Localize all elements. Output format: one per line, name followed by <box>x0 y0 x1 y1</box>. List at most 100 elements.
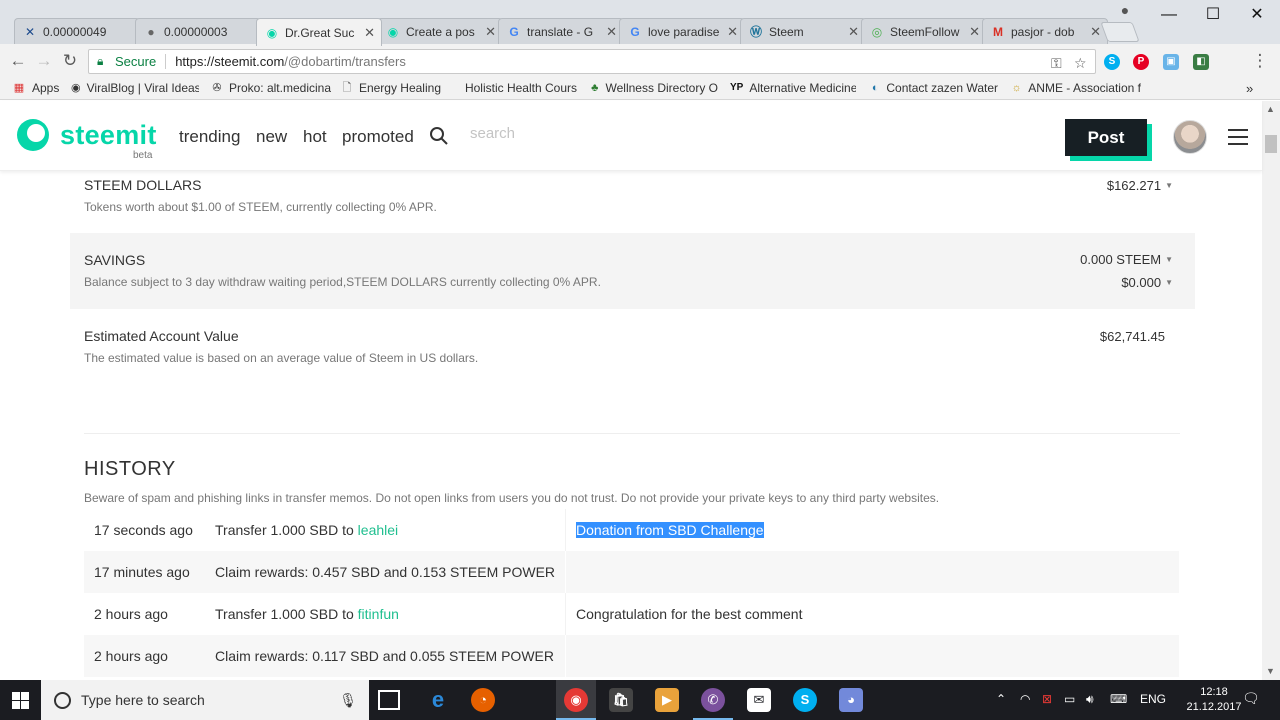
scroll-up-icon[interactable]: ▲ <box>1266 104 1275 114</box>
nav-new[interactable]: new <box>256 127 287 147</box>
close-icon[interactable]: ✕ <box>848 24 859 40</box>
menu-dots-icon[interactable]: ⋮ <box>1250 51 1270 71</box>
search-input[interactable] <box>470 125 670 142</box>
browser-tab[interactable]: ✕ 0.00000049 <box>14 18 140 45</box>
bookmark-proko[interactable]: ✇ Proko: alt.medicina <box>211 81 331 95</box>
memo-selected-text[interactable]: Donation from SBD Challenge <box>576 522 764 538</box>
bookmark-star-icon[interactable]: ☆ <box>1074 55 1087 72</box>
new-tab-button[interactable] <box>1100 22 1140 42</box>
secure-label: Secure <box>115 54 157 69</box>
nav-trending[interactable]: trending <box>179 127 240 147</box>
steemit-logo-icon[interactable] <box>15 117 51 153</box>
url-host: https://steemit.com <box>175 54 285 69</box>
close-window-icon[interactable]: ✕ <box>1242 4 1272 26</box>
close-icon[interactable]: ✕ <box>1090 24 1101 40</box>
savings-steem-value[interactable]: 0.000 STEEM ▼ <box>1080 252 1173 267</box>
browser-tab[interactable]: Ⓦ Steem ✕ <box>740 18 866 45</box>
screenshot-extension-icon[interactable]: ▣ <box>1163 54 1179 70</box>
user-link[interactable]: fitinfun <box>358 606 399 622</box>
close-icon[interactable]: ✕ <box>606 24 617 40</box>
skype-icon[interactable]: S <box>793 688 817 712</box>
keyboard-icon[interactable]: ⌨ <box>1110 692 1127 706</box>
bookmark-viralblog[interactable]: ◉ ViralBlog | Viral Ideas <box>71 81 199 95</box>
taskbar-search-box[interactable]: Type here to search 🎙︎ <box>41 680 369 720</box>
bookmarks-overflow-icon[interactable]: » <box>1246 81 1260 96</box>
user-profile-icon[interactable]: ● <box>1116 2 1134 20</box>
scrollbar-thumb[interactable] <box>1265 135 1277 153</box>
browser-tab[interactable]: G love paradise ✕ <box>619 18 745 45</box>
caret-down-icon[interactable]: ▼ <box>1165 255 1173 264</box>
store-icon[interactable]: 🛍︎ <box>609 688 633 712</box>
volume-icon[interactable]: 🔊︎ <box>1086 692 1094 707</box>
scroll-down-icon[interactable]: ▼ <box>1266 666 1275 676</box>
close-icon[interactable]: ✕ <box>364 25 375 41</box>
minimize-icon[interactable]: — <box>1154 4 1184 26</box>
address-bar[interactable]: 🔒︎ Secure https://steemit.com /@dobartim… <box>88 49 1096 74</box>
media-player-icon[interactable]: ▶ <box>655 688 679 712</box>
firefox-icon[interactable]: ◔ <box>471 688 495 712</box>
wifi-icon[interactable]: ◠ <box>1020 692 1030 706</box>
bookmark-wellness-directory[interactable]: ♣ Wellness Directory O <box>590 81 718 95</box>
nav-hot[interactable]: hot <box>303 127 327 147</box>
steem-dollars-value[interactable]: $162.271 ▼ <box>1107 178 1173 193</box>
estimated-value-title: Estimated Account Value <box>84 328 239 344</box>
bookmark-zazen-water[interactable]: ◐ Contact zazen Water <box>870 81 998 95</box>
bookmarks-bar: ▦ Apps ◉ ViralBlog | Viral Ideas ✇ Proko… <box>0 78 1280 100</box>
hamburger-menu-icon[interactable] <box>1228 129 1248 145</box>
back-arrow-icon[interactable]: ← <box>8 51 28 71</box>
viber-icon[interactable]: ✆ <box>693 688 733 720</box>
browser-tab-active[interactable]: ◉ Dr.Great Suc ✕ <box>256 18 382 46</box>
pinterest-extension-icon[interactable]: P <box>1133 54 1149 70</box>
browser-tab[interactable]: ◉ Create a pos ✕ <box>377 18 503 45</box>
close-icon[interactable]: ✕ <box>969 24 980 40</box>
bookmark-anme[interactable]: ☼ ANME - Association f <box>1011 81 1141 95</box>
action-center-icon[interactable]: 🗨︎ <box>1242 690 1260 707</box>
windows-start-icon[interactable] <box>12 692 29 709</box>
mail-icon[interactable]: ✉ <box>747 688 771 712</box>
extension-icon[interactable]: ◧ <box>1193 54 1209 70</box>
steemit-logo-text[interactable]: steemit <box>60 120 157 151</box>
clock[interactable]: 12:18 21.12.2017 <box>1186 685 1242 715</box>
browser-tab[interactable]: ● 0.00000003 <box>135 18 261 45</box>
language-indicator[interactable]: ENG <box>1140 692 1166 706</box>
avatar[interactable] <box>1173 120 1207 154</box>
caret-down-icon[interactable]: ▼ <box>1165 181 1173 190</box>
maximize-icon[interactable]: ☐ <box>1198 4 1228 26</box>
microphone-icon[interactable]: 🎙︎ <box>339 692 357 709</box>
history-title: HISTORY <box>84 458 176 480</box>
skype-extension-icon[interactable]: S <box>1104 54 1120 70</box>
blank-icon <box>451 81 459 95</box>
history-time: 2 hours ago <box>94 606 168 622</box>
chrome-icon[interactable]: ◉ <box>556 688 596 720</box>
forward-arrow-icon[interactable]: → <box>34 51 54 71</box>
reload-icon[interactable]: ↻ <box>60 51 80 71</box>
post-button[interactable]: Post <box>1065 119 1147 156</box>
bookmark-alternative-medicine[interactable]: YP Alternative Medicine <box>730 81 856 95</box>
page-scrollbar[interactable]: ▲ ▼ <box>1262 101 1280 680</box>
sun-icon: ☼ <box>1011 82 1022 94</box>
tray-expand-icon[interactable]: ⌃ <box>996 692 1006 706</box>
close-icon[interactable]: ✕ <box>727 24 738 40</box>
bookmark-energy-healing[interactable]: 🗋︎ Energy Healing <box>341 81 441 95</box>
edge-browser-icon[interactable]: e <box>426 688 450 712</box>
key-icon[interactable]: ⚿ <box>1051 55 1062 72</box>
browser-tab[interactable]: G translate - G ✕ <box>498 18 624 45</box>
bookmark-apps[interactable]: ▦ Apps <box>12 81 72 95</box>
browser-tab[interactable]: M pasjor - dob ✕ <box>982 18 1108 45</box>
bookmark-holistic-health[interactable]: Holistic Health Cours <box>451 81 577 95</box>
steemit-icon: ◉ <box>387 25 399 39</box>
search-icon[interactable] <box>429 126 449 146</box>
close-icon[interactable]: ✕ <box>485 24 496 40</box>
caret-down-icon[interactable]: ▼ <box>1165 278 1173 287</box>
antivirus-icon[interactable]: ⊠ <box>1042 692 1052 706</box>
task-view-icon[interactable] <box>378 690 400 710</box>
nav-promoted[interactable]: promoted <box>342 127 414 147</box>
savings-sbd-value[interactable]: $0.000 ▼ <box>1121 275 1173 290</box>
user-link[interactable]: leahlei <box>358 522 398 538</box>
tab-label: pasjor - dob <box>1011 25 1075 39</box>
browser-tab[interactable]: ◎ SteemFollow ✕ <box>861 18 987 45</box>
discord-icon[interactable]: ◕ <box>839 688 863 712</box>
steemit-icon: ◉ <box>266 25 278 40</box>
battery-icon[interactable]: ▭ <box>1064 692 1075 706</box>
history-memo <box>565 551 1179 593</box>
